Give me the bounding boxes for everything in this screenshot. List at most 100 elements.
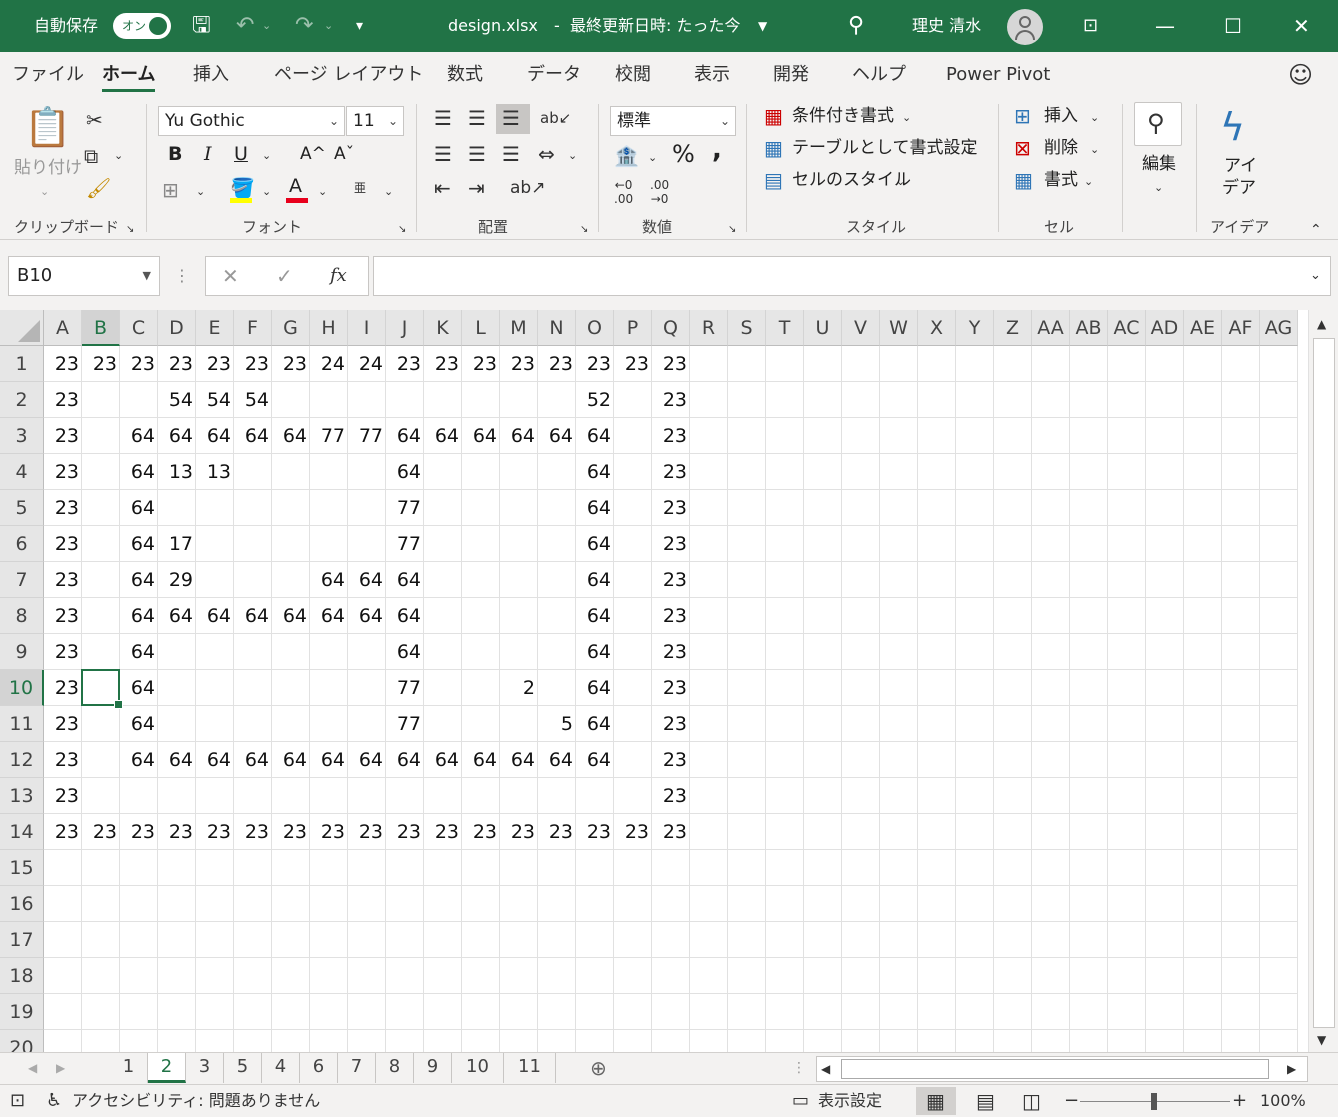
cell[interactable] [614,454,652,490]
vertical-scroll-thumb[interactable] [1313,338,1335,1028]
cell[interactable] [956,526,994,562]
cell[interactable] [842,850,880,886]
column-header[interactable]: C [120,310,158,346]
cell[interactable] [1070,994,1108,1030]
cell[interactable] [1184,670,1222,706]
cell[interactable] [82,958,120,994]
cell[interactable] [1222,706,1260,742]
cell[interactable]: 23 [500,346,538,382]
cell[interactable] [842,1030,880,1052]
cell[interactable]: 23 [44,598,82,634]
cell[interactable] [804,742,842,778]
cell[interactable] [272,922,310,958]
cell[interactable] [804,454,842,490]
cell[interactable] [500,850,538,886]
cell[interactable] [1032,634,1070,670]
cell[interactable] [500,382,538,418]
cell[interactable] [500,778,538,814]
copy-icon[interactable]: ⧉ [84,144,98,168]
cell[interactable] [576,1030,614,1052]
cell[interactable]: 64 [272,742,310,778]
cell[interactable] [272,778,310,814]
scroll-up-icon[interactable]: ▲ [1317,312,1326,336]
enter-icon[interactable]: ✓ [276,264,293,288]
cell[interactable]: 64 [120,598,158,634]
cell[interactable] [1070,958,1108,994]
cell[interactable] [424,778,462,814]
cell[interactable] [766,418,804,454]
cell[interactable]: 23 [44,634,82,670]
cell[interactable] [310,454,348,490]
cell[interactable] [956,382,994,418]
cell[interactable] [310,922,348,958]
align-center-icon[interactable]: ☰ [468,142,486,166]
cell[interactable]: 64 [462,742,500,778]
cell[interactable] [310,706,348,742]
cell[interactable] [120,382,158,418]
cell[interactable] [880,958,918,994]
cell[interactable] [842,634,880,670]
ribbon-display-icon[interactable]: ⊡ [1083,0,1098,52]
cell[interactable]: 54 [234,382,272,418]
customize-qat-icon[interactable]: ▾ [356,0,363,52]
cell[interactable] [804,994,842,1030]
cell-styles-icon[interactable]: ▤ [764,168,783,192]
cell[interactable] [842,562,880,598]
cell[interactable] [1222,634,1260,670]
cell[interactable] [1260,346,1298,382]
cell[interactable] [462,706,500,742]
cell[interactable] [1184,850,1222,886]
cell[interactable] [538,490,576,526]
cell[interactable] [1184,562,1222,598]
column-header[interactable]: Z [994,310,1032,346]
autosave-toggle[interactable]: オン [113,13,171,39]
cell[interactable] [576,886,614,922]
cell[interactable] [196,706,234,742]
cell[interactable] [690,922,728,958]
cell[interactable] [1032,418,1070,454]
cell[interactable] [424,634,462,670]
cell[interactable]: 64 [120,742,158,778]
cell[interactable] [196,994,234,1030]
cell[interactable] [234,706,272,742]
cell[interactable] [690,850,728,886]
cell[interactable]: 23 [158,346,196,382]
feedback-smiley-icon[interactable]: ☺ [1288,52,1313,98]
tab-1[interactable]: ファイル [12,52,84,98]
cell[interactable] [918,490,956,526]
cell[interactable] [1222,346,1260,382]
cell[interactable] [196,922,234,958]
row-header[interactable]: 8 [0,598,44,634]
cell[interactable] [82,1030,120,1052]
cell[interactable]: 64 [348,562,386,598]
cell[interactable]: 64 [576,490,614,526]
cell[interactable] [272,382,310,418]
cell[interactable] [120,994,158,1030]
column-header[interactable]: K [424,310,462,346]
cell[interactable] [82,382,120,418]
cell[interactable] [766,634,804,670]
cell[interactable]: 23 [386,346,424,382]
cell[interactable] [462,850,500,886]
cell[interactable] [1222,418,1260,454]
cell[interactable]: 64 [500,742,538,778]
cell[interactable] [918,382,956,418]
cell[interactable] [1260,922,1298,958]
worksheet-grid[interactable]: A B C D E F G H I J K L M N O P Q R S T U V W X Y Z AA AB AC AD AE AF AG… [0,310,1338,1052]
column-header[interactable]: AF [1222,310,1260,346]
decrease-decimal-icon[interactable]: .00 →0 [650,178,669,206]
cell[interactable]: 23 [538,346,576,382]
column-header[interactable]: A [44,310,82,346]
cell[interactable] [1260,598,1298,634]
cell[interactable] [1184,742,1222,778]
cell[interactable] [424,1030,462,1052]
cell[interactable] [1070,670,1108,706]
cell[interactable] [690,778,728,814]
cancel-icon[interactable]: ✕ [222,264,239,288]
cell[interactable] [918,814,956,850]
column-header[interactable]: AG [1260,310,1298,346]
cell[interactable] [690,598,728,634]
cell[interactable] [766,886,804,922]
cell[interactable] [918,598,956,634]
more-options-icon[interactable]: ⋮ [174,264,190,288]
